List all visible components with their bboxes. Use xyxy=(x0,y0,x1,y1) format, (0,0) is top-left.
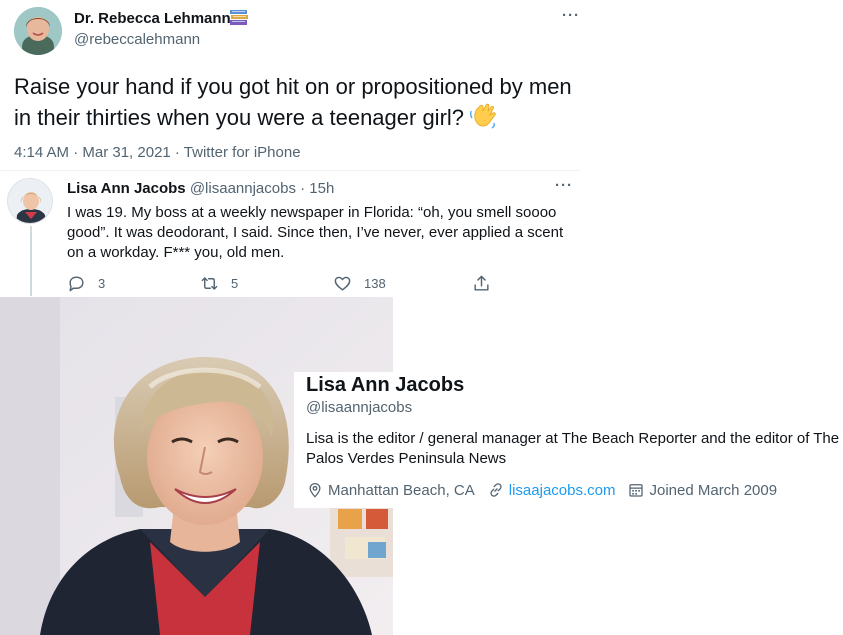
profile-location: Manhattan Beach, CA xyxy=(306,481,475,499)
profile-location-text: Manhattan Beach, CA xyxy=(328,481,475,499)
profile-joined-text: Joined March 2009 xyxy=(649,481,778,499)
reply-author-avatar[interactable] xyxy=(7,178,53,224)
like-button[interactable]: 138 xyxy=(333,274,386,293)
location-pin-icon xyxy=(309,482,321,498)
reply-time[interactable]: · 15h xyxy=(296,180,334,197)
author-avatar[interactable] xyxy=(14,7,62,55)
reply-header: Lisa Ann Jacobs @lisaannjacobs · 15h xyxy=(67,180,334,197)
share-icon xyxy=(474,275,489,291)
more-options-icon[interactable]: ··· xyxy=(562,7,580,24)
reply-text: I was 19. My boss at a weekly newspaper … xyxy=(67,204,564,261)
profile-bio: Lisa is the editor / general manager at … xyxy=(306,430,840,467)
retweet-button[interactable]: 5 xyxy=(200,274,238,293)
profile-website-link[interactable]: lisaajacobs.com xyxy=(509,482,616,499)
divider xyxy=(0,170,580,171)
reply-count: 3 xyxy=(98,276,106,291)
author-name[interactable]: Dr. Rebecca Lehmann xyxy=(74,10,231,27)
like-count: 138 xyxy=(364,276,386,291)
profile-handle[interactable]: @lisaannjacobs xyxy=(306,399,412,416)
profile-website[interactable]: lisaajacobs.com xyxy=(487,481,616,499)
waving-hand-emoji-icon xyxy=(468,101,498,138)
tweet-text: Raise your hand if you got hit on or pro… xyxy=(14,72,584,138)
thread-line xyxy=(30,226,32,296)
retweet-icon xyxy=(201,277,218,290)
heart-icon xyxy=(334,276,351,291)
profile-card[interactable]: Lisa Ann Jacobs @lisaannjacobs Lisa is t… xyxy=(294,372,843,508)
profile-joined: Joined March 2009 xyxy=(627,481,777,499)
reply-button[interactable]: 3 xyxy=(67,274,105,293)
profile-meta: Manhattan Beach, CA lisaajacobs.com Join… xyxy=(306,481,789,499)
reply-author-name[interactable]: Lisa Ann Jacobs xyxy=(67,180,186,197)
profile-name[interactable]: Lisa Ann Jacobs xyxy=(306,374,464,397)
author-handle[interactable]: @rebeccalehmann xyxy=(74,31,200,48)
retweet-count: 5 xyxy=(231,276,239,291)
tweet-timestamp[interactable]: 4:14 AM · Mar 31, 2021 · Twitter for iPh… xyxy=(14,144,301,161)
share-button[interactable] xyxy=(472,274,503,293)
reply-more-options-icon[interactable]: ··· xyxy=(555,177,573,194)
calendar-icon xyxy=(629,484,644,497)
comment-icon xyxy=(69,276,84,292)
link-icon xyxy=(490,483,502,497)
books-emoji-icon xyxy=(229,9,249,27)
reply-author-handle[interactable]: @lisaannjacobs xyxy=(190,180,296,197)
